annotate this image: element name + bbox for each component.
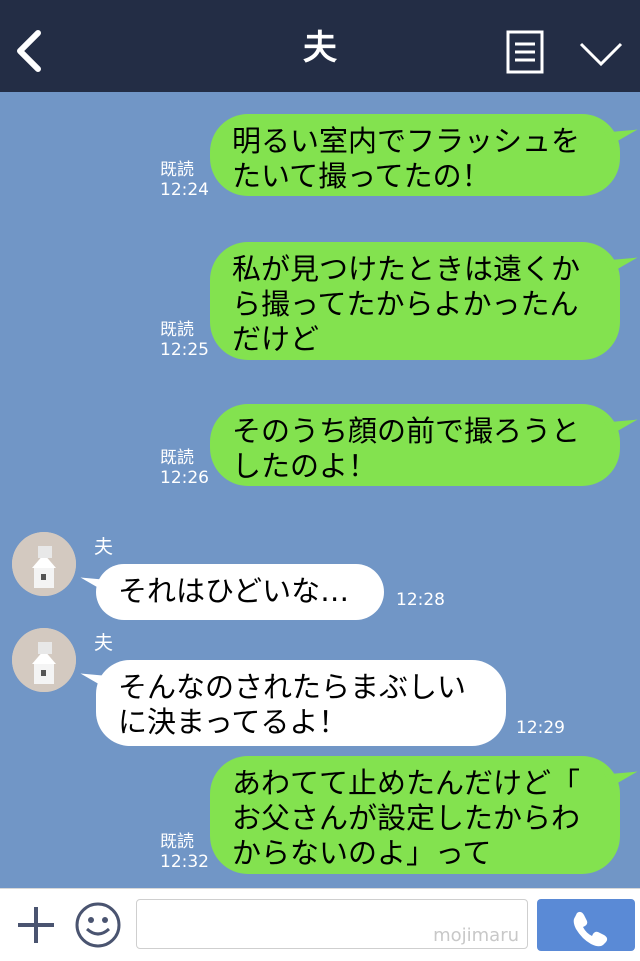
message-meta: 既読 12:25 [160,320,209,360]
message-time: 12:26 [160,468,209,488]
chat-header: 夫 [0,0,640,92]
message-line: そんなのされたらまぶしい [118,670,467,704]
read-receipt: 既読 [160,448,194,468]
message-line: に決まってるよ！ [118,705,348,739]
sender-name: 夫 [94,536,114,558]
outgoing-message[interactable]: 私が見つけたときは遠くか ら撮ってたからよかったん だけど [210,242,620,360]
message-input[interactable]: mojimaru [136,899,528,949]
house-figure-icon [12,628,76,692]
outgoing-message[interactable]: 明るい室内でフラッシュを たいて撮ってたの！ [210,114,620,196]
message-line: たいて撮ってたの！ [232,159,491,193]
message-meta: 既読 12:32 [160,832,209,872]
contact-avatar[interactable] [12,532,76,596]
outgoing-message[interactable]: そのうち顔の前で撮ろうと したのよ！ [210,404,620,486]
plus-icon[interactable] [14,903,58,947]
message-meta: 既読 12:26 [160,448,209,488]
message-time: 12:25 [160,340,209,360]
message-line: それはひどいな… [118,574,350,608]
chevron-down-icon[interactable] [578,38,624,70]
notes-menu-icon[interactable] [506,30,544,74]
message-line: そのうち顔の前で撮ろうと [232,414,581,448]
watermark-text: mojimaru [433,925,519,946]
read-receipt: 既読 [160,160,194,180]
message-line: ら撮ってたからよかったん [232,287,579,321]
sender-name: 夫 [94,632,114,654]
message-line: お父さんが設定したからわ [232,801,581,835]
message-time: 12:24 [160,180,209,200]
outgoing-message[interactable]: あわてて止めたんだけど「 お父さんが設定したからわ からないのよ」って [210,756,620,874]
message-line: 明るい室内でフラッシュを [232,124,581,158]
message-line: あわてて止めたんだけど「 [232,766,581,800]
contact-avatar[interactable] [12,628,76,692]
incoming-message[interactable]: それはひどいな… [96,564,384,620]
message-line: だけど [232,322,320,356]
message-line: からないのよ」って [232,836,492,870]
house-figure-icon [12,532,76,596]
emoji-icon[interactable] [74,901,122,949]
message-time: 12:32 [160,852,209,872]
message-meta: 既読 12:24 [160,160,209,200]
message-line: 私が見つけたときは遠くか [232,252,581,286]
incoming-message[interactable]: そんなのされたらまぶしい に決まってるよ！ [96,660,506,746]
message-line: したのよ！ [232,449,378,483]
message-time: 12:28 [396,590,445,610]
call-button[interactable] [537,899,635,951]
message-list: 既読 12:24 明るい室内でフラッシュを たいて撮ってたの！ 既読 12:25… [0,92,640,888]
read-receipt: 既読 [160,832,194,852]
phone-icon [573,911,608,947]
read-receipt: 既読 [160,320,194,340]
input-bar: mojimaru [0,888,640,961]
chat-title: 夫 [303,28,337,68]
message-time: 12:29 [516,718,565,738]
